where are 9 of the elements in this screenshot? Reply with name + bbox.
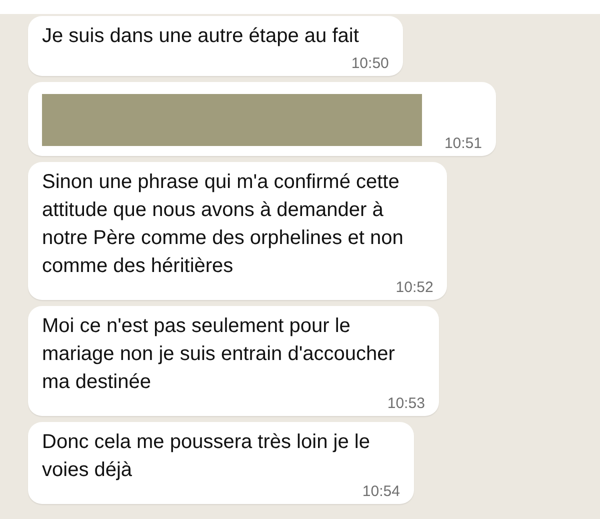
message-text: Moi ce n'est pas seulement pour le mariage non je suis entrain d'accoucher ma destinée [42, 314, 396, 395]
message-time: 10:50 [351, 56, 389, 72]
message-time: 10:51 [444, 136, 482, 152]
message-text: Donc cela me poussera très loin je le voies déjà [42, 430, 371, 483]
message-time: 10:52 [396, 280, 434, 296]
message-text: Sinon une phrase qui m'a confirmé cette attitude que nous avons à demander à notre Père comme des orphelines et non comme des héritières [42, 170, 404, 279]
message-text: Je suis dans une autre étape au fait [42, 24, 360, 49]
message-time: 10:53 [387, 396, 425, 412]
message-time: 10:54 [362, 484, 400, 500]
